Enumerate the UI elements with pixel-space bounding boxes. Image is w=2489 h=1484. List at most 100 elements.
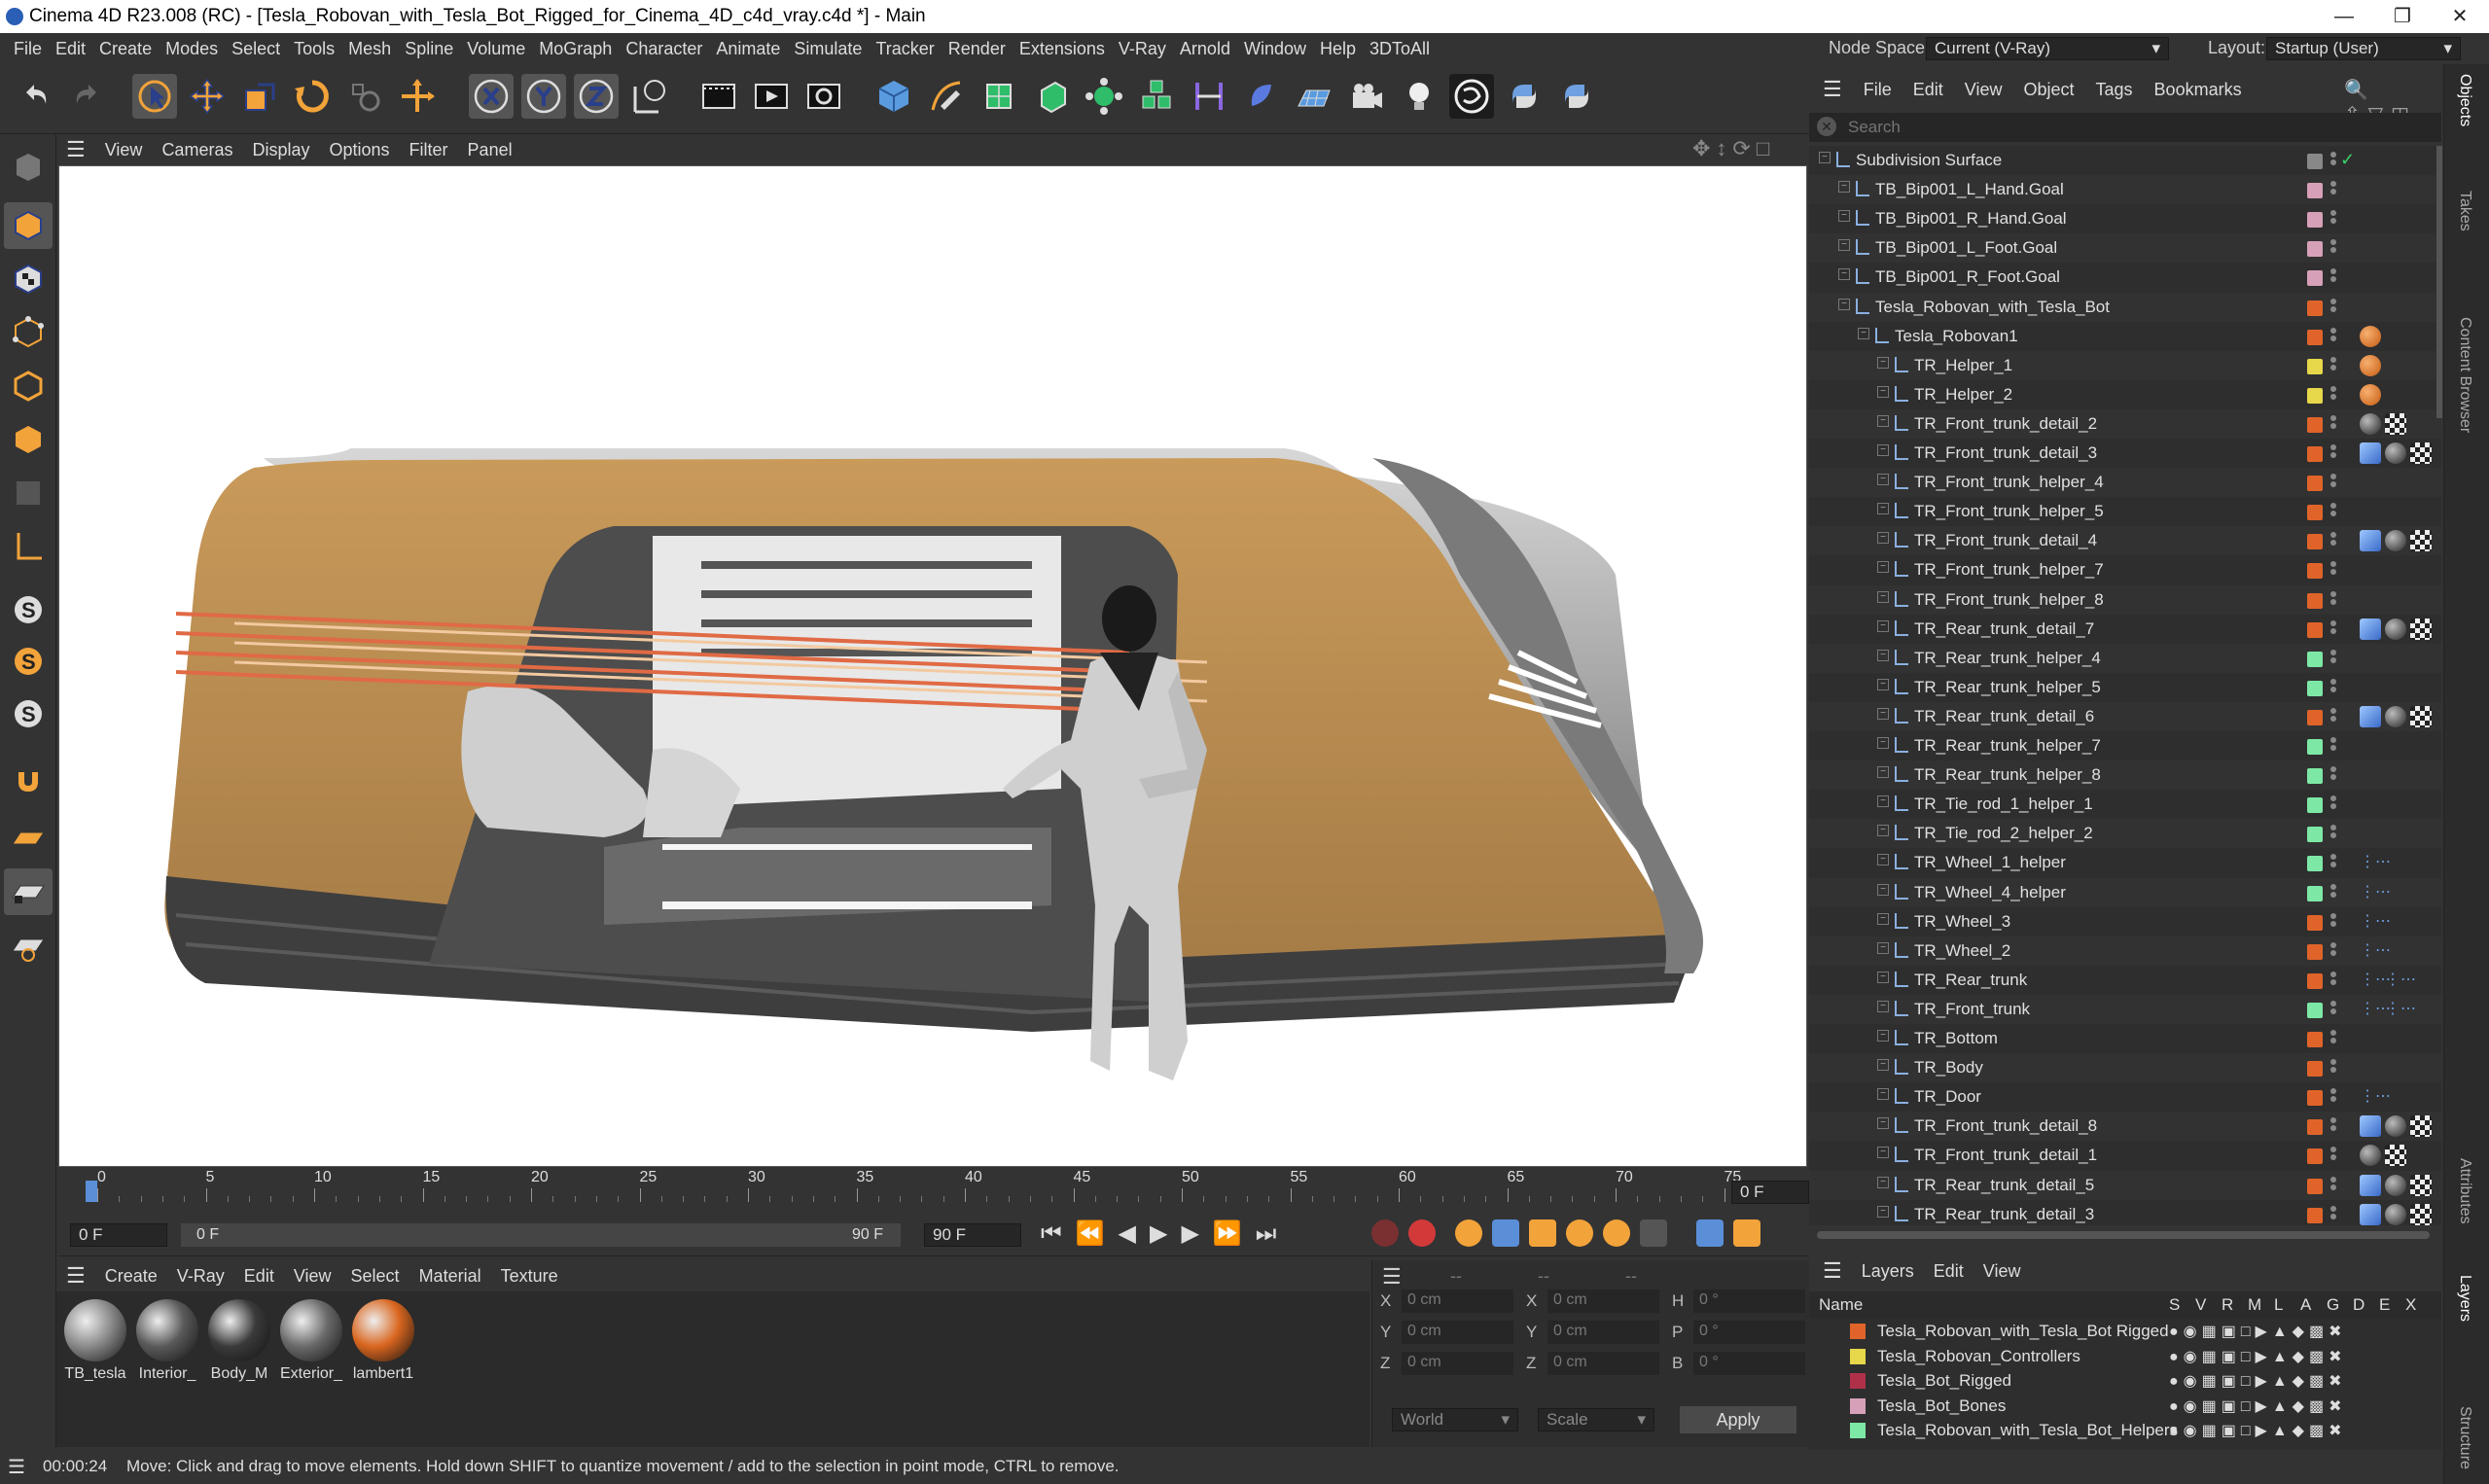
menu-item-animate[interactable]: Animate bbox=[716, 39, 780, 59]
edges-mode-icon[interactable] bbox=[4, 363, 53, 409]
workplane-lock-icon[interactable] bbox=[4, 868, 53, 915]
menu-item-3dtoall[interactable]: 3DToAll bbox=[1369, 39, 1430, 59]
menu-item-character[interactable]: Character bbox=[625, 39, 702, 59]
editor-visibility-dot[interactable] bbox=[2330, 766, 2336, 773]
side-tab-layers[interactable]: Layers bbox=[2456, 1275, 2473, 1322]
checker-material-tag-icon[interactable] bbox=[2410, 530, 2432, 552]
viewport-menu-view[interactable]: View bbox=[105, 140, 143, 160]
coordinate-mode-select[interactable]: World ▾ bbox=[1392, 1408, 1518, 1431]
editor-visibility-dot[interactable] bbox=[2330, 210, 2336, 217]
timeline-icon[interactable] bbox=[1733, 1219, 1760, 1247]
layer-column-m[interactable]: M bbox=[2248, 1295, 2261, 1315]
move-tool-icon[interactable] bbox=[185, 74, 230, 119]
material-menu-create[interactable]: Create bbox=[105, 1266, 158, 1287]
editor-visibility-dot[interactable] bbox=[2330, 678, 2336, 685]
side-tab-takes[interactable]: Takes bbox=[2456, 191, 2473, 231]
render-visibility-dot[interactable] bbox=[2330, 569, 2336, 576]
layout-select[interactable]: Startup (User) ▾ bbox=[2266, 37, 2461, 60]
coord-value-field[interactable]: 0 cm bbox=[1547, 1290, 1659, 1313]
layer-column-name[interactable]: Name bbox=[1819, 1295, 1863, 1315]
render-visibility-dot[interactable] bbox=[2330, 189, 2336, 195]
next-frame-icon[interactable]: ▶ bbox=[1181, 1219, 1198, 1248]
layer-column-x[interactable]: X bbox=[2405, 1295, 2416, 1315]
object-row[interactable]: − TR_Front_trunk_detail_2 bbox=[1809, 408, 2441, 439]
object-row[interactable]: − TR_Rear_trunk_detail_3 bbox=[1809, 1200, 2441, 1225]
visibility-dots[interactable] bbox=[2330, 237, 2338, 259]
layer-color-swatch[interactable] bbox=[2307, 183, 2323, 199]
layer-color-swatch[interactable] bbox=[1850, 1397, 1866, 1414]
close-button[interactable]: ✕ bbox=[2431, 0, 2489, 33]
expand-toggle-icon[interactable]: − bbox=[1877, 1205, 1889, 1218]
expand-toggle-icon[interactable]: − bbox=[1877, 1147, 1889, 1159]
blue-material-tag-icon[interactable] bbox=[2360, 705, 2381, 727]
editor-visibility-dot[interactable] bbox=[2330, 414, 2336, 421]
object-row[interactable]: − Tesla_Robovan1 bbox=[1809, 322, 2441, 351]
blue-material-tag-icon[interactable] bbox=[2360, 1203, 2381, 1225]
dark-material-tag-icon[interactable] bbox=[2385, 618, 2406, 640]
layer-menu-layers[interactable]: Layers bbox=[1862, 1261, 1914, 1282]
layer-color-swatch[interactable] bbox=[2307, 1032, 2323, 1047]
object-row[interactable]: − TR_Helper_2 bbox=[1809, 380, 2441, 409]
visibility-dots[interactable] bbox=[2330, 179, 2338, 200]
visibility-dots[interactable] bbox=[2330, 735, 2338, 757]
menu-item-create[interactable]: Create bbox=[99, 39, 152, 59]
object-tree-horizontal-scrollbar[interactable] bbox=[1817, 1231, 2430, 1239]
python-script-2-icon[interactable] bbox=[1554, 74, 1599, 119]
record-active-icon[interactable] bbox=[1371, 1219, 1399, 1247]
render-visibility-dot[interactable] bbox=[2330, 481, 2336, 488]
playhead[interactable] bbox=[86, 1181, 97, 1202]
expand-toggle-icon[interactable]: − bbox=[1877, 971, 1889, 983]
editor-visibility-dot[interactable] bbox=[2330, 474, 2336, 480]
menu-item-extensions[interactable]: Extensions bbox=[1019, 39, 1105, 59]
y-axis-lock-button[interactable] bbox=[521, 74, 566, 119]
layer-column-r[interactable]: R bbox=[2222, 1295, 2233, 1315]
expand-toggle-icon[interactable]: − bbox=[1877, 678, 1889, 690]
coord-value-field[interactable]: 0 ° bbox=[1693, 1290, 1805, 1313]
texture-mode-icon[interactable] bbox=[4, 256, 53, 302]
layer-color-swatch[interactable] bbox=[2307, 1061, 2323, 1078]
render-visibility-dot[interactable] bbox=[2330, 862, 2336, 868]
editor-visibility-dot[interactable] bbox=[2330, 795, 2336, 802]
dark-material-tag-icon[interactable] bbox=[2385, 1203, 2406, 1225]
ik-tag-icon[interactable]: ⋮⋯ bbox=[2360, 852, 2391, 873]
scale-tool-icon[interactable] bbox=[237, 74, 282, 119]
render-visibility-dot[interactable] bbox=[2330, 627, 2336, 634]
editor-visibility-dot[interactable] bbox=[2330, 1059, 2336, 1066]
snap-workplane-icon[interactable]: S bbox=[4, 690, 53, 737]
editor-visibility-dot[interactable] bbox=[2330, 619, 2336, 626]
cube-icon[interactable] bbox=[871, 74, 916, 119]
expand-toggle-icon[interactable]: − bbox=[1838, 181, 1850, 194]
maximize-button[interactable]: ❐ bbox=[2373, 0, 2432, 33]
magnet-icon[interactable] bbox=[4, 757, 53, 803]
expand-toggle-icon[interactable]: − bbox=[1877, 1030, 1889, 1042]
coord-value-field[interactable]: 0 cm bbox=[1547, 1352, 1659, 1375]
layer-color-swatch[interactable] bbox=[2307, 1207, 2323, 1223]
render-visibility-dot[interactable] bbox=[2330, 774, 2336, 781]
hamburger-icon[interactable]: ☰ bbox=[1823, 1258, 1842, 1284]
expand-toggle-icon[interactable]: − bbox=[1877, 912, 1889, 925]
layer-color-swatch[interactable] bbox=[1850, 1348, 1866, 1364]
object-tree-scrollbar[interactable] bbox=[2436, 146, 2442, 418]
model-mode-icon[interactable] bbox=[4, 202, 53, 249]
viewport-menu-display[interactable]: Display bbox=[252, 140, 309, 160]
object-menu-view[interactable]: View bbox=[1965, 80, 2003, 100]
dark-material-tag-icon[interactable] bbox=[2360, 1145, 2381, 1167]
visibility-dots[interactable] bbox=[2330, 823, 2338, 844]
scale-mode-select[interactable]: Scale ▾ bbox=[1538, 1408, 1654, 1431]
material-swatch[interactable]: Body_M bbox=[206, 1299, 272, 1383]
visibility-dots[interactable] bbox=[2330, 355, 2338, 376]
editor-visibility-dot[interactable] bbox=[2330, 356, 2336, 363]
layer-color-swatch[interactable] bbox=[2307, 300, 2323, 316]
render-visibility-dot[interactable] bbox=[2330, 1125, 2336, 1132]
visibility-dots[interactable] bbox=[2330, 326, 2338, 347]
orange-material-tag-icon[interactable] bbox=[2360, 354, 2381, 376]
render-visibility-dot[interactable] bbox=[2330, 686, 2336, 692]
ik-tag-icon[interactable]: ⋮⋯ bbox=[2360, 911, 2391, 933]
dark-material-tag-icon[interactable] bbox=[2385, 1115, 2406, 1138]
editor-visibility-dot[interactable] bbox=[2330, 707, 2336, 714]
checker-material-tag-icon[interactable] bbox=[2410, 1203, 2432, 1225]
visibility-dots[interactable] bbox=[2330, 266, 2338, 288]
layer-menu-edit[interactable]: Edit bbox=[1934, 1261, 1964, 1282]
object-row[interactable]: − TR_Front_trunk_helper_4 bbox=[1809, 468, 2441, 498]
object-row[interactable]: − TR_Front_trunk_helper_5 bbox=[1809, 497, 2441, 526]
